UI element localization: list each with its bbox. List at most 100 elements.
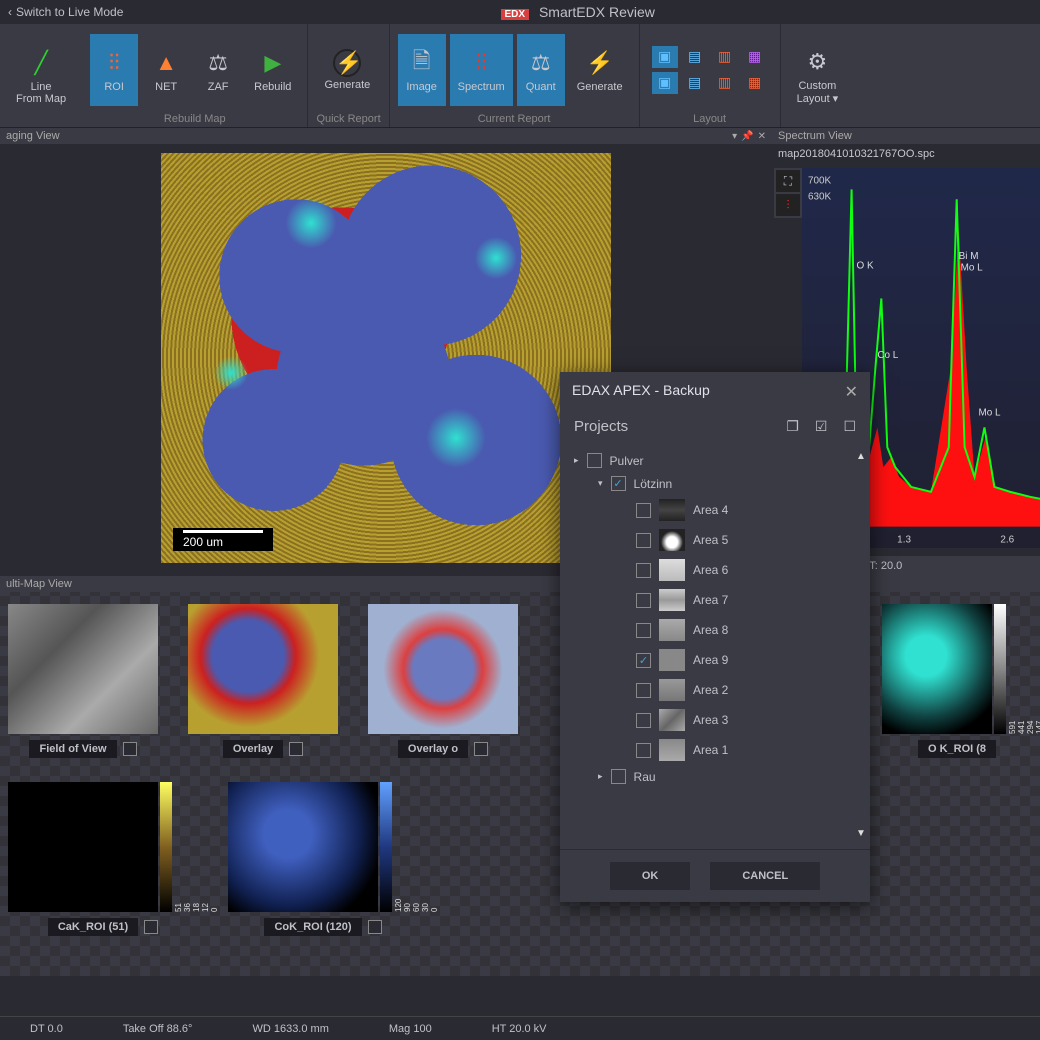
tree-node-other[interactable]: ▸ Rau (598, 765, 856, 788)
area-thumb (659, 739, 685, 761)
mm-check[interactable] (123, 742, 137, 756)
svg-text:Bi M: Bi M (959, 251, 979, 262)
generate-current-report-button[interactable]: ⚡ Generate (569, 34, 631, 106)
switch-live-mode[interactable]: ‹ Switch to Live Mode (8, 5, 123, 19)
lbl: Quant (526, 81, 556, 93)
ok-button[interactable]: OK (610, 862, 691, 890)
mm-item-ok[interactable]: 5914412941470 O K_ROI (8 (882, 604, 1032, 758)
main-map-image: 200 um (161, 153, 611, 563)
tree-area-item[interactable]: Area 4 (622, 495, 856, 525)
tree-checkbox[interactable] (636, 593, 651, 608)
dropdown-icon[interactable]: ▾ (732, 131, 737, 142)
uncheck-all-icon[interactable]: ☐ (843, 418, 856, 435)
custom-layout-button[interactable]: ⚙ Custom Layout ▾ (789, 40, 847, 112)
tree-area-item[interactable]: Area 3 (622, 705, 856, 735)
scroll-up-icon[interactable]: ▲ (856, 451, 864, 462)
tree-checkbox[interactable] (636, 683, 651, 698)
close-icon[interactable]: ✕ (758, 131, 766, 142)
quant-button[interactable]: ⚖ Quant (517, 34, 565, 106)
tree-area-item[interactable]: Area 6 (622, 555, 856, 585)
svg-text:630K: 630K (808, 191, 832, 202)
tree-area-item[interactable]: Area 2 (622, 675, 856, 705)
image-button[interactable]: 🗎 Image (398, 34, 446, 106)
dialog-title-bar: EDAX APEX - Backup ✕ (560, 372, 870, 412)
layout-7[interactable]: ▥ (712, 72, 738, 94)
status-takeoff: Take Off 88.6° (123, 1023, 193, 1035)
play-icon: ▶ (264, 47, 281, 79)
cancel-button[interactable]: CANCEL (710, 862, 820, 890)
mm-item-fov[interactable]: Field of View (8, 604, 158, 758)
group-label: Layout (648, 111, 772, 125)
collapse-icon[interactable]: ▾ (598, 478, 603, 489)
net-button[interactable]: ▲ NET (142, 34, 190, 106)
area-thumb (659, 529, 685, 551)
tree-checkbox[interactable] (636, 653, 651, 668)
layout-presets[interactable]: ▣ ▤ ▥ ▦ ▣ ▤ ▥ ▦ (648, 42, 772, 98)
group-label: Current Report (398, 111, 631, 125)
roi-button[interactable]: ⫶⫶ ROI (90, 34, 138, 106)
tree-label: Area 9 (693, 653, 728, 667)
image-doc-icon: 🗎 (413, 47, 431, 79)
pin-icon[interactable]: 📌 (741, 131, 753, 142)
lbl: Spectrum (458, 81, 505, 93)
layout-6[interactable]: ▤ (682, 72, 708, 94)
tree-checkbox[interactable] (636, 713, 651, 728)
line-from-map-button[interactable]: ╱ Line From Map (8, 40, 74, 112)
multimap-header: ulti-Map View (0, 576, 1040, 592)
tree-checkbox[interactable] (611, 476, 626, 491)
area-thumb (659, 649, 685, 671)
generate-quick-report-button[interactable]: ⚡ Generate (316, 34, 378, 106)
tree-area-item[interactable]: Area 5 (622, 525, 856, 555)
gear-icon: ⚙ (808, 46, 828, 78)
check-all-icon[interactable]: ☑ (815, 418, 828, 435)
tree-node-lotzinn[interactable]: ▾ Lötzinn (598, 472, 856, 495)
zaf-button[interactable]: ⚖ ZAF (194, 34, 242, 106)
scrollbar[interactable]: ▲ ▼ (856, 451, 864, 839)
area-thumb (659, 559, 685, 581)
tree-checkbox[interactable] (587, 453, 602, 468)
layout-3[interactable]: ▥ (712, 46, 738, 68)
mm-check[interactable] (144, 920, 158, 934)
tree-area-item[interactable]: Area 9 (622, 645, 856, 675)
line-icon: ╱ (34, 47, 47, 79)
mm-check[interactable] (368, 920, 382, 934)
tree-area-item[interactable]: Area 7 (622, 585, 856, 615)
lbl: Line From Map (16, 81, 66, 105)
mm-item-cok[interactable]: 1209060300 CoK_ROI (120) (228, 782, 418, 936)
tree-area-item[interactable]: Area 8 (622, 615, 856, 645)
layout-8[interactable]: ▦ (742, 72, 768, 94)
close-icon[interactable]: ✕ (845, 382, 858, 402)
tree-area-item[interactable]: Area 1 (622, 735, 856, 765)
tree-checkbox[interactable] (636, 503, 651, 518)
tree-checkbox[interactable] (636, 533, 651, 548)
mm-item-overlay2[interactable]: Overlay o (368, 604, 518, 758)
layout-5[interactable]: ▣ (652, 72, 678, 94)
lbl: ZAF (208, 81, 229, 93)
spectrum-button[interactable]: ⫶⫶ Spectrum (450, 34, 513, 106)
fullscreen-icon[interactable]: ⛶ (776, 170, 800, 192)
multimap-row-2: 513618120 CaK_ROI (51) 1209060300 CoK_RO… (0, 770, 1040, 948)
copy-icon[interactable]: ❐ (786, 418, 799, 435)
tree-label: Lötzinn (634, 477, 673, 491)
status-wd: WD 1633.0 mm (252, 1023, 328, 1035)
scroll-down-icon[interactable]: ▼ (856, 828, 864, 839)
peaks-icon[interactable]: ⫶ (776, 194, 800, 216)
expand-icon[interactable]: ▸ (574, 455, 579, 466)
layout-4[interactable]: ▦ (742, 46, 768, 68)
tree-checkbox[interactable] (636, 743, 651, 758)
mm-item-cak[interactable]: 513618120 CaK_ROI (51) (8, 782, 198, 936)
tree-root[interactable]: ▸ Pulver (574, 449, 856, 472)
tree-checkbox[interactable] (636, 563, 651, 578)
mm-item-overlay[interactable]: Overlay (188, 604, 338, 758)
mm-check[interactable] (474, 742, 488, 756)
layout-1[interactable]: ▣ (652, 46, 678, 68)
tree-checkbox[interactable] (611, 769, 626, 784)
lbl: Custom Layout ▾ (797, 80, 839, 105)
status-dt: DT 0.0 (30, 1023, 63, 1035)
tree-checkbox[interactable] (636, 623, 651, 638)
layout-2[interactable]: ▤ (682, 46, 708, 68)
expand-icon[interactable]: ▸ (598, 771, 603, 782)
rebuild-button[interactable]: ▶ Rebuild (246, 34, 299, 106)
mm-check[interactable] (289, 742, 303, 756)
tree-label: Rau (634, 770, 656, 784)
